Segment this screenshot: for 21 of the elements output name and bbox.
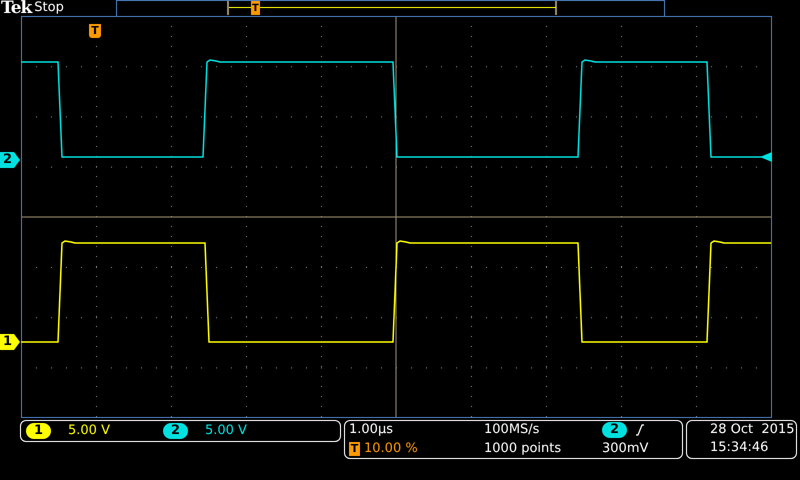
date-text: 28 Oct 2015 bbox=[710, 421, 794, 439]
channel-badge[interactable]: 1 bbox=[26, 423, 51, 439]
trigger-level-arrow-icon bbox=[760, 152, 772, 162]
horizontal-scale: 1.00µs bbox=[349, 421, 393, 439]
trigger-level: 300mV bbox=[602, 440, 648, 458]
channel-scale: 5.00 V bbox=[68, 422, 110, 440]
trigger-source-badge: 2 bbox=[602, 422, 627, 438]
brand-logo: Tek bbox=[1, 0, 32, 16]
time-text: 15:34:46 bbox=[710, 439, 768, 457]
acquisition-status: Stop bbox=[34, 0, 64, 16]
channel-marker[interactable]: 1 bbox=[0, 334, 20, 350]
trigger-marker: T bbox=[250, 1, 260, 15]
channel-marker[interactable]: 2 bbox=[0, 152, 20, 168]
record-length: 1000 points bbox=[484, 440, 562, 458]
rising-edge-icon bbox=[635, 424, 645, 436]
sample-rate: 100MS/s bbox=[484, 421, 540, 439]
channel-badge[interactable]: 2 bbox=[162, 423, 188, 439]
trigger-icon: T bbox=[349, 442, 360, 456]
channel-scale: 5.00 V bbox=[204, 422, 247, 440]
trigger-position-marker: T bbox=[89, 24, 101, 38]
trigger-position: 10.00 % bbox=[364, 440, 418, 458]
